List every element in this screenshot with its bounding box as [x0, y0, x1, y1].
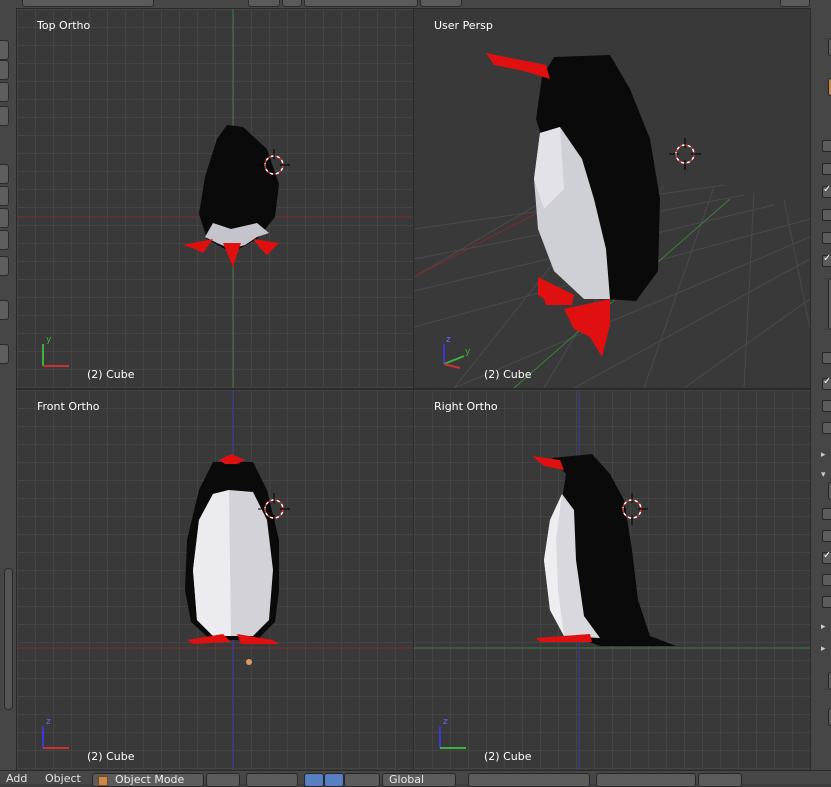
- checkbox-icon[interactable]: [822, 596, 831, 608]
- axis-gizmo-icon: y: [42, 335, 69, 367]
- orientation-select[interactable]: Global: [382, 773, 456, 787]
- svg-text:y: y: [465, 347, 471, 357]
- svg-text:z: z: [46, 717, 51, 727]
- checkbox-icon[interactable]: [822, 163, 831, 175]
- cube-icon: [98, 776, 108, 786]
- checkbox-icon[interactable]: [822, 253, 831, 267]
- arrow-icon[interactable]: ▸: [821, 622, 826, 632]
- checkbox-icon[interactable]: [822, 376, 831, 390]
- checkbox-icon[interactable]: [822, 184, 831, 198]
- viewport-title: Front Ortho: [37, 400, 100, 413]
- add-menu[interactable]: Add: [6, 773, 27, 785]
- svg-text:y: y: [46, 335, 52, 345]
- arrow-icon[interactable]: ▸: [821, 450, 826, 460]
- top-header-strip: [0, 0, 831, 9]
- active-object-label: (2) Cube: [484, 750, 532, 763]
- checkbox-icon[interactable]: [822, 209, 831, 221]
- checkbox-icon[interactable]: [822, 140, 831, 152]
- object-origin[interactable]: [246, 659, 252, 665]
- checkbox-icon[interactable]: [822, 400, 831, 412]
- tool-button[interactable]: [0, 186, 9, 206]
- tool-shelf-scrollbar[interactable]: [4, 568, 13, 710]
- arrow-icon[interactable]: ▸: [821, 644, 826, 654]
- viewport-divider[interactable]: [17, 388, 810, 390]
- arrow-icon[interactable]: ▾: [821, 470, 826, 480]
- snap-buttons[interactable]: [596, 773, 696, 787]
- checkbox-icon[interactable]: [822, 508, 831, 520]
- mode-select[interactable]: Object Mode: [92, 773, 204, 787]
- viewport-title: User Persp: [434, 19, 493, 32]
- top-ortho-scene: [17, 9, 413, 388]
- axis-gizmo-icon: z: [42, 717, 69, 749]
- properties-shelf: ▸ ▾ ▸ ▸: [810, 8, 831, 770]
- header-icon-button[interactable]: [282, 0, 302, 7]
- rotate-scale-toggle[interactable]: [344, 773, 380, 787]
- tool-button[interactable]: [0, 344, 9, 364]
- tool-stepper[interactable]: [0, 256, 9, 276]
- axis-gizmo-icon: z: [439, 717, 466, 749]
- viewport-user-persp[interactable]: z y User Persp (2) Cube: [414, 9, 810, 388]
- viewport-header-bar: Add Object Object Mode Global: [0, 770, 831, 787]
- mode-select-label: Object Mode: [115, 773, 185, 786]
- header-render-button[interactable]: [420, 0, 462, 7]
- pivot-select[interactable]: [246, 773, 298, 787]
- checkbox-icon[interactable]: [822, 530, 831, 542]
- viewport-title: Right Ortho: [434, 400, 498, 413]
- header-layout-button[interactable]: [304, 0, 418, 7]
- checkbox-icon[interactable]: [822, 550, 831, 564]
- header-scene-button[interactable]: [248, 0, 280, 7]
- header-menu-button[interactable]: [22, 0, 154, 7]
- front-ortho-scene: [17, 390, 413, 770]
- active-object-label: (2) Cube: [484, 368, 532, 381]
- svg-text:z: z: [446, 335, 451, 345]
- cursor-3d-icon[interactable]: [669, 138, 701, 170]
- active-object-label: (2) Cube: [87, 368, 135, 381]
- viewport-top-ortho[interactable]: y Top Ortho (2) Cube: [17, 9, 413, 388]
- shading-select[interactable]: [206, 773, 240, 787]
- render-buttons[interactable]: [698, 773, 742, 787]
- penguin-mesh[interactable]: [185, 454, 279, 644]
- translate-toggle[interactable]: [324, 773, 344, 787]
- penguin-mesh[interactable]: [183, 125, 279, 267]
- orientation-select-label: Global: [389, 773, 425, 786]
- layer-buttons[interactable]: [468, 773, 590, 787]
- active-object-label: (2) Cube: [87, 750, 135, 763]
- tool-button[interactable]: [0, 60, 9, 80]
- svg-text:z: z: [443, 717, 448, 727]
- viewport-title: Top Ortho: [37, 19, 91, 32]
- manipulator-toggle[interactable]: [304, 773, 324, 787]
- tool-button[interactable]: [0, 106, 9, 126]
- checkbox-icon[interactable]: [822, 422, 831, 434]
- tool-button[interactable]: [0, 230, 9, 250]
- header-stats-button[interactable]: [780, 0, 810, 7]
- checkbox-icon[interactable]: [822, 352, 831, 364]
- checkbox-icon[interactable]: [822, 232, 831, 244]
- tool-button[interactable]: [0, 40, 9, 60]
- right-ortho-scene: [414, 390, 810, 770]
- object-menu[interactable]: Object: [45, 773, 81, 785]
- tool-shelf: [0, 8, 17, 770]
- tool-button[interactable]: [0, 300, 9, 320]
- checkbox-icon[interactable]: [822, 574, 831, 586]
- tool-button[interactable]: [0, 208, 9, 228]
- penguin-mesh[interactable]: [532, 454, 676, 646]
- axis-gizmo-icon: z y: [443, 335, 471, 369]
- user-persp-scene: [414, 53, 810, 388]
- tool-button[interactable]: [0, 82, 9, 102]
- viewport-front-ortho[interactable]: z Front Ortho (2) Cube: [17, 390, 413, 770]
- tool-button[interactable]: [0, 164, 9, 184]
- viewport-right-ortho[interactable]: z Right Ortho (2) Cube: [414, 390, 810, 770]
